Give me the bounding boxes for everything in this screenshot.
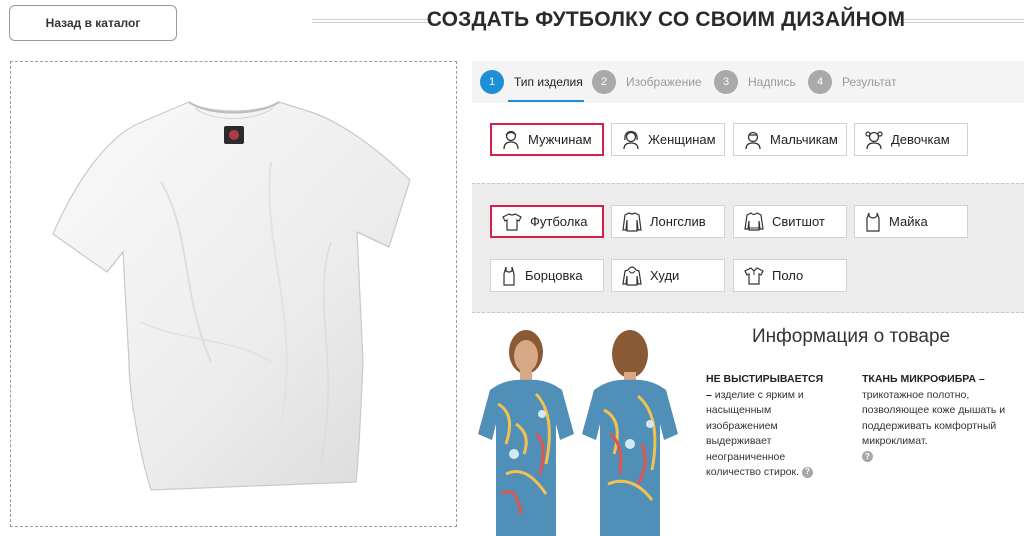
product-longsleeve-button[interactable]: Лонгслив (611, 205, 725, 238)
step-label: Результат (842, 75, 897, 89)
option-label: Лонгслив (650, 214, 706, 229)
option-label: Худи (650, 268, 680, 283)
step-number: 1 (480, 70, 504, 94)
help-icon[interactable]: ? (801, 466, 813, 478)
product-tshirt-button[interactable]: Футболка (490, 205, 604, 238)
page-title: СОЗДАТЬ ФУТБОЛКУ СО СВОИМ ДИЗАЙНОМ (426, 8, 906, 31)
polo-icon (744, 266, 764, 285)
tank-top-icon (866, 212, 880, 232)
back-to-catalog-button[interactable]: Назад в каталог (9, 5, 177, 41)
tshirt-preview-image (52, 101, 411, 491)
feature-microfiber: ТКАНЬ МИКРОФИБРА – трикотажное полотно, … (862, 372, 1012, 465)
option-label: Мальчикам (770, 132, 838, 147)
girl-icon (865, 130, 883, 149)
option-label: Майка (889, 214, 928, 229)
product-tanktop-button[interactable]: Майка (854, 205, 968, 238)
product-hoodie-button[interactable]: Худи (611, 259, 725, 292)
option-label: Мужчинам (528, 132, 592, 147)
option-label: Женщинам (648, 132, 716, 147)
step-label: Изображение (626, 75, 702, 89)
product-type-section: Футболка Лонгслив Свитшот Майка Борцовка… (472, 183, 1024, 313)
wizard-steps: 1 Тип изделия 2 Изображение 3 Надпись 4 … (472, 61, 1024, 103)
tshirt-preview-canvas[interactable] (10, 61, 457, 527)
woman-icon (623, 130, 639, 149)
product-polo-button[interactable]: Поло (733, 259, 847, 292)
step-number: 2 (592, 70, 616, 94)
hoodie-icon (622, 265, 642, 286)
title-decor-right (898, 19, 1024, 23)
product-info-title: Информация о товаре (752, 326, 951, 347)
step-image[interactable]: 2 Изображение (592, 70, 702, 94)
audience-men-button[interactable]: Мужчинам (490, 123, 604, 156)
feature-text: изделие с ярким и насыщенным изображение… (706, 388, 804, 479)
step-label: Надпись (748, 75, 796, 89)
audience-section: Мужчинам Женщинам Мальчикам Девочкам (472, 103, 1024, 183)
sweatshirt-icon (744, 211, 764, 231)
audience-girls-button[interactable]: Девочкам (854, 123, 968, 156)
audience-women-button[interactable]: Женщинам (611, 123, 725, 156)
option-label: Свитшот (772, 214, 825, 229)
step-label: Тип изделия (514, 75, 583, 89)
model-back-photo (582, 330, 678, 536)
option-label: Борцовка (525, 268, 583, 283)
model-front-photo (478, 330, 574, 536)
active-step-indicator (508, 100, 584, 102)
feature-heading: ТКАНЬ МИКРОФИБРА – (862, 373, 985, 385)
product-sweatshirt-button[interactable]: Свитшот (733, 205, 847, 238)
step-result[interactable]: 4 Результат (808, 70, 897, 94)
step-text[interactable]: 3 Надпись (714, 70, 796, 94)
option-label: Поло (772, 268, 804, 283)
man-icon (503, 130, 519, 149)
option-label: Футболка (530, 214, 588, 229)
product-racerback-button[interactable]: Борцовка (490, 259, 604, 292)
feature-text: трикотажное полотно, позволяющее коже ды… (862, 388, 1006, 448)
audience-boys-button[interactable]: Мальчикам (733, 123, 847, 156)
boy-icon (745, 131, 761, 149)
longsleeve-icon (622, 211, 642, 232)
step-product-type[interactable]: 1 Тип изделия (480, 70, 583, 94)
step-number: 3 (714, 70, 738, 94)
tshirt-icon (502, 212, 522, 231)
option-label: Девочкам (891, 132, 950, 147)
racerback-icon (503, 266, 515, 286)
title-decor-left (312, 19, 432, 23)
step-number: 4 (808, 70, 832, 94)
feature-no-washout: НЕ ВЫСТИРЫВАЕТСЯ – изделие с ярким и нас… (706, 372, 826, 481)
help-icon[interactable]: ? (862, 451, 873, 463)
